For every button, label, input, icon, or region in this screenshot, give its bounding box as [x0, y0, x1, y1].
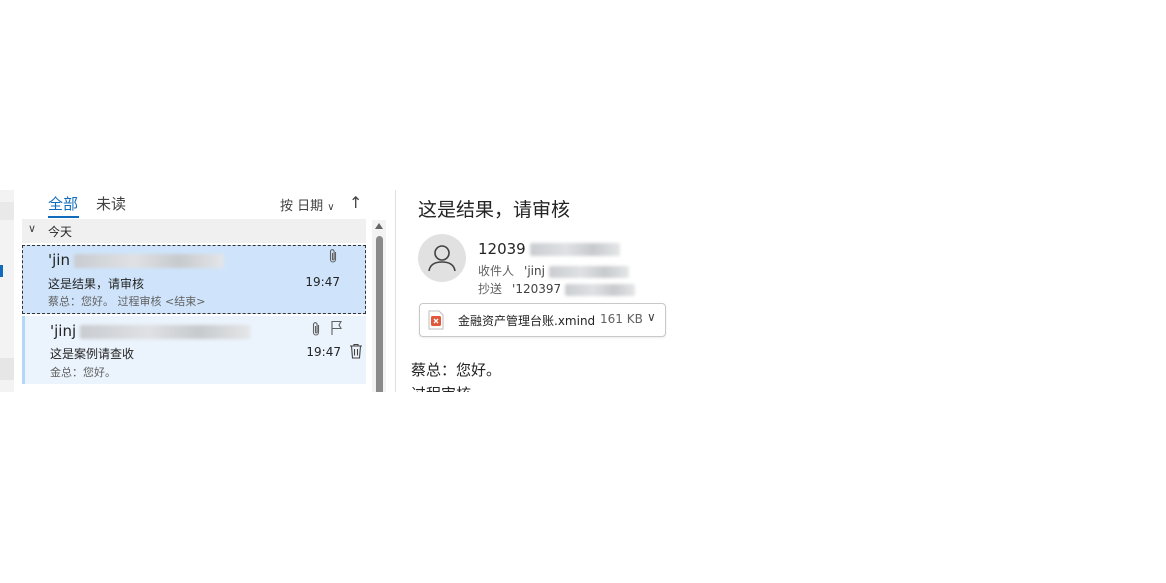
arrow-up-icon[interactable]: ↑: [349, 193, 362, 212]
xmind-file-icon: [428, 310, 444, 330]
tab-all[interactable]: 全部: [48, 193, 78, 214]
folder-selection-indicator: [0, 265, 3, 277]
chevron-down-icon[interactable]: ∨: [647, 310, 656, 324]
cc-recipient[interactable]: '120397: [512, 282, 561, 296]
folder-pane: [0, 190, 14, 392]
sort-label: 按 日期: [280, 199, 324, 214]
message-sender: 'jin: [48, 251, 224, 269]
redacted-text: [80, 324, 251, 339]
chevron-down-icon: ∨: [327, 202, 335, 213]
redacted-text: [565, 283, 636, 296]
reading-pane: 这是结果，请审核 12039 收件人 'jinj 抄送 '120397 金融资产管理…: [396, 190, 1166, 392]
cc-label: 抄送: [478, 282, 503, 296]
sort-by-date-button[interactable]: 按 日期 ∨: [280, 195, 335, 214]
attachment-name: 金融资产管理台账.xmind: [458, 314, 596, 328]
message-item[interactable]: 'jin 这是结果，请审核 19:47 蔡总：您好。 过程审核 <结束>: [22, 245, 366, 314]
redacted-text: [529, 243, 620, 256]
paperclip-icon: [327, 248, 339, 268]
message-subject: 这是结果，请审核: [48, 277, 145, 291]
message-item[interactable]: 'jinj 这是案例请查收 19:47 金总：您好。: [22, 316, 366, 384]
group-header-today[interactable]: ∨ 今天: [22, 219, 366, 243]
email-body-line: 过程审核: [411, 383, 471, 392]
email-subject: 这是结果，请审核: [418, 199, 571, 221]
email-from[interactable]: 12039: [478, 240, 620, 258]
paperclip-icon: [310, 321, 322, 341]
email-body-line: 蔡总：您好。: [411, 361, 502, 379]
message-preview: 蔡总：您好。 过程审核 <结束>: [48, 295, 206, 308]
to-label: 收件人: [478, 264, 515, 278]
redacted-text: [73, 253, 224, 268]
scroll-thumb[interactable]: [376, 236, 383, 392]
folder-item[interactable]: [0, 202, 14, 220]
tab-all-underline: [48, 216, 79, 218]
tab-unread[interactable]: 未读: [96, 193, 126, 214]
email-to-row: 收件人 'jinj: [478, 262, 629, 279]
attachment-size: 161 KB: [600, 312, 643, 326]
message-time: 19:47: [306, 345, 341, 359]
avatar[interactable]: [418, 234, 466, 282]
trash-icon[interactable]: [349, 343, 363, 359]
folder-item[interactable]: [0, 358, 14, 380]
attachment-card[interactable]: 金融资产管理台账.xmind 161 KB ∨: [419, 303, 666, 337]
scroll-up-arrow-icon[interactable]: [375, 223, 383, 229]
message-time: 19:47: [305, 275, 340, 289]
redacted-text: [548, 265, 629, 278]
to-recipient[interactable]: 'jinj: [524, 264, 545, 278]
mail-window: 全部 未读 按 日期 ∨ ↑ ∨ 今天 'jin 这是结果，请审核 19:47 …: [0, 190, 1166, 392]
person-icon: [428, 245, 456, 272]
group-label: 今天: [48, 225, 73, 239]
message-list-scrollbar[interactable]: [372, 220, 386, 392]
message-sender: 'jinj: [50, 322, 251, 340]
flag-icon[interactable]: [330, 320, 344, 340]
message-preview: 金总：您好。: [50, 366, 116, 379]
message-subject: 这是案例请查收: [50, 347, 135, 361]
message-list: 全部 未读 按 日期 ∨ ↑ ∨ 今天 'jin 这是结果，请审核 19:47 …: [22, 190, 366, 392]
chevron-down-icon[interactable]: ∨: [28, 222, 36, 235]
email-cc-row: 抄送 '120397: [478, 280, 636, 297]
